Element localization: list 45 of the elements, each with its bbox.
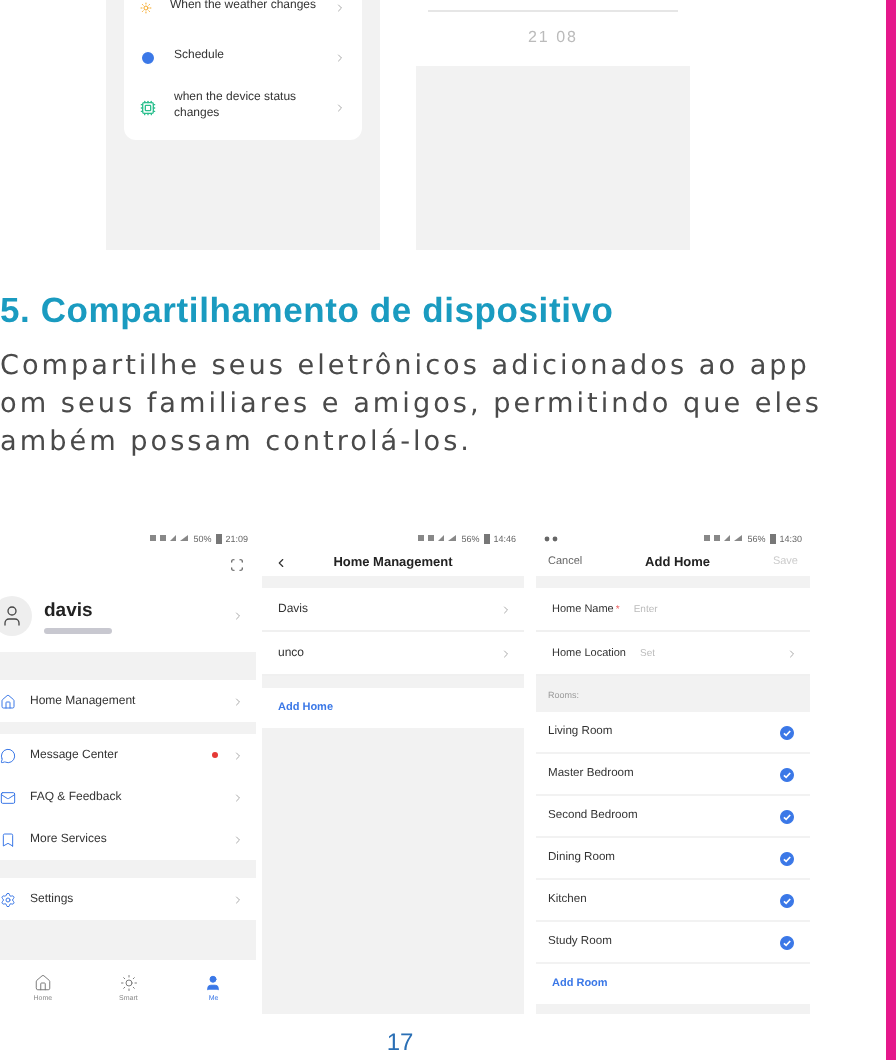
battery-icon <box>483 533 490 543</box>
chevron-icon <box>232 749 244 761</box>
check-icon[interactable] <box>780 809 794 823</box>
person-icon <box>0 604 24 628</box>
chevron-icon <box>500 647 512 659</box>
paragraph-line: om seus familiares e amigos, permitindo que eles <box>0 386 822 424</box>
status-icons <box>703 534 744 542</box>
notification-dots-icon <box>544 535 558 541</box>
chip-icon <box>140 99 156 115</box>
chevron-icon <box>500 603 512 615</box>
settings-icon <box>0 891 16 907</box>
check-icon[interactable] <box>780 935 794 949</box>
chevron-icon <box>232 833 244 845</box>
paragraph-line: Compartilhe seus eletrônicos adicionados ao app <box>0 348 810 386</box>
check-icon[interactable] <box>780 851 794 865</box>
user-name: davis <box>44 599 95 621</box>
chevron-icon <box>334 101 346 113</box>
check-icon[interactable] <box>780 893 794 907</box>
chevron-icon <box>232 791 244 803</box>
battery-icon <box>215 533 222 543</box>
house-icon <box>33 973 52 991</box>
chevron-icon <box>232 893 244 905</box>
section-heading: 5. Compartilhamento de dispositivo <box>0 292 614 328</box>
chevron-icon <box>334 1 346 13</box>
scan-icon[interactable] <box>230 557 244 571</box>
person-icon <box>204 973 223 991</box>
battery-icon <box>769 533 776 543</box>
check-icon[interactable] <box>780 725 794 739</box>
chevron-icon <box>232 695 244 707</box>
chevron-icon <box>786 647 798 659</box>
envelope-icon <box>0 789 16 805</box>
house-icon <box>0 693 16 709</box>
sun-icon <box>119 973 138 991</box>
page-number: 17 <box>386 1028 414 1056</box>
bookmark-icon <box>0 831 16 847</box>
chevron-icon <box>334 51 346 63</box>
sun-icon <box>140 0 152 15</box>
status-icons <box>417 534 458 542</box>
blurred-text <box>44 627 112 633</box>
speech-bubble-icon <box>0 747 16 763</box>
back-icon[interactable] <box>274 555 288 569</box>
status-icons <box>149 534 190 542</box>
chevron-icon <box>232 610 244 622</box>
check-icon[interactable] <box>780 767 794 781</box>
paragraph-line: ambém possam controlá-los. <box>0 424 472 462</box>
